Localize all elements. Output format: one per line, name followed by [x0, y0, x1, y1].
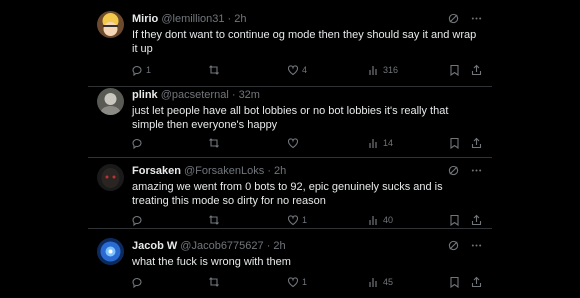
- reply-icon: [131, 214, 143, 226]
- bookmark-icon: [449, 276, 460, 288]
- user-handle[interactable]: @ForsakenLoks: [184, 165, 264, 177]
- like-icon: [287, 137, 299, 149]
- top-icons: [448, 240, 482, 251]
- like-icon: [287, 64, 299, 76]
- action-bar: 1 40: [131, 214, 482, 228]
- repost-button[interactable]: [208, 64, 223, 76]
- views-icon: [368, 214, 380, 226]
- user-handle[interactable]: @lemillion31: [161, 13, 224, 25]
- views-button[interactable]: 14: [368, 137, 393, 149]
- action-bar: 14: [131, 137, 482, 151]
- reply-item[interactable]: Jacob W @Jacob6775627 · 2h what the fuck…: [88, 229, 492, 298]
- grok-icon[interactable]: [448, 13, 459, 24]
- display-name[interactable]: plink: [132, 89, 158, 101]
- reply-text: If they dont want to continue og mode th…: [132, 29, 477, 55]
- user-handle[interactable]: @pacseternal: [161, 89, 229, 101]
- bookmark-icon: [449, 64, 460, 76]
- top-icons: [448, 13, 482, 24]
- reply-icon: [131, 137, 143, 149]
- more-dots-icon[interactable]: [471, 13, 482, 24]
- reply-button[interactable]: [131, 137, 146, 149]
- top-icons: [448, 165, 482, 176]
- reply-header: plink @pacseternal · 32m: [132, 89, 260, 101]
- reply-header: Forsaken @ForsakenLoks · 2h: [132, 165, 286, 177]
- reply-button[interactable]: [131, 276, 146, 288]
- avatar[interactable]: [97, 11, 124, 38]
- reply-item[interactable]: plink @pacseternal · 32m just let people…: [88, 87, 492, 157]
- more-dots-icon[interactable]: [471, 165, 482, 176]
- like-icon: [287, 214, 299, 226]
- repost-icon: [208, 64, 220, 76]
- reply-icon: [131, 64, 143, 76]
- timestamp[interactable]: · 32m: [232, 89, 260, 101]
- more-dots-icon[interactable]: [471, 240, 482, 251]
- reply-item[interactable]: Forsaken @ForsakenLoks · 2h amazing we w…: [88, 158, 492, 228]
- like-button[interactable]: [287, 137, 302, 149]
- avatar[interactable]: [97, 238, 124, 265]
- like-count: 1: [302, 277, 308, 287]
- share-button[interactable]: [471, 64, 482, 76]
- repost-icon: [208, 214, 220, 226]
- view-count: 40: [383, 215, 394, 225]
- share-icon: [471, 137, 482, 149]
- bookmark-button[interactable]: [449, 214, 460, 226]
- like-button[interactable]: 1: [287, 276, 307, 288]
- share-icon: [471, 214, 482, 226]
- views-icon: [368, 276, 380, 288]
- timestamp[interactable]: · 2h: [228, 13, 247, 25]
- reply-header: Mirio @lemillion31 · 2h: [132, 13, 247, 25]
- repost-button[interactable]: [208, 214, 223, 226]
- action-bar: 1 4 316: [131, 64, 482, 78]
- avatar[interactable]: [97, 164, 124, 191]
- reply-item[interactable]: Mirio @lemillion31 · 2h If they dont wan…: [88, 0, 492, 86]
- view-count: 45: [383, 277, 394, 287]
- reply-button[interactable]: [131, 214, 146, 226]
- reply-icon: [131, 276, 143, 288]
- timestamp[interactable]: · 2h: [267, 165, 286, 177]
- repost-button[interactable]: [208, 137, 223, 149]
- like-count: 1: [302, 215, 308, 225]
- view-count: 316: [383, 65, 399, 75]
- share-button[interactable]: [471, 214, 482, 226]
- bookmark-icon: [449, 214, 460, 226]
- timestamp[interactable]: · 2h: [267, 240, 286, 252]
- like-count: 4: [302, 65, 308, 75]
- reply-text: just let people have all bot lobbies or …: [132, 105, 449, 131]
- action-bar: 1 45: [131, 276, 482, 290]
- bookmark-icon: [449, 137, 460, 149]
- views-button[interactable]: 45: [368, 276, 393, 288]
- reply-header: Jacob W @Jacob6775627 · 2h: [132, 240, 286, 252]
- share-icon: [471, 64, 482, 76]
- view-count: 14: [383, 138, 394, 148]
- avatar[interactable]: [97, 88, 124, 115]
- display-name[interactable]: Jacob W: [132, 240, 177, 252]
- reply-button[interactable]: 1: [131, 64, 151, 76]
- screenshot-frame: Mirio @lemillion31 · 2h If they dont wan…: [0, 0, 580, 298]
- bookmark-button[interactable]: [449, 64, 460, 76]
- like-button[interactable]: 1: [287, 214, 307, 226]
- share-icon: [471, 276, 482, 288]
- repost-icon: [208, 137, 220, 149]
- views-icon: [368, 137, 380, 149]
- like-button[interactable]: 4: [287, 64, 307, 76]
- like-icon: [287, 276, 299, 288]
- share-button[interactable]: [471, 137, 482, 149]
- reply-text: amazing we went from 0 bots to 92, epic …: [132, 181, 443, 207]
- repost-icon: [208, 276, 220, 288]
- views-icon: [368, 64, 380, 76]
- display-name[interactable]: Forsaken: [132, 165, 181, 177]
- views-button[interactable]: 40: [368, 214, 393, 226]
- bookmark-button[interactable]: [449, 276, 460, 288]
- display-name[interactable]: Mirio: [132, 13, 158, 25]
- share-button[interactable]: [471, 276, 482, 288]
- replies-panel: Mirio @lemillion31 · 2h If they dont wan…: [88, 0, 492, 298]
- reply-text: what the fuck is wrong with them: [132, 256, 291, 268]
- grok-icon[interactable]: [448, 240, 459, 251]
- bookmark-button[interactable]: [449, 137, 460, 149]
- user-handle[interactable]: @Jacob6775627: [180, 240, 263, 252]
- views-button[interactable]: 316: [368, 64, 398, 76]
- repost-button[interactable]: [208, 276, 223, 288]
- reply-count: 1: [146, 65, 152, 75]
- grok-icon[interactable]: [448, 165, 459, 176]
